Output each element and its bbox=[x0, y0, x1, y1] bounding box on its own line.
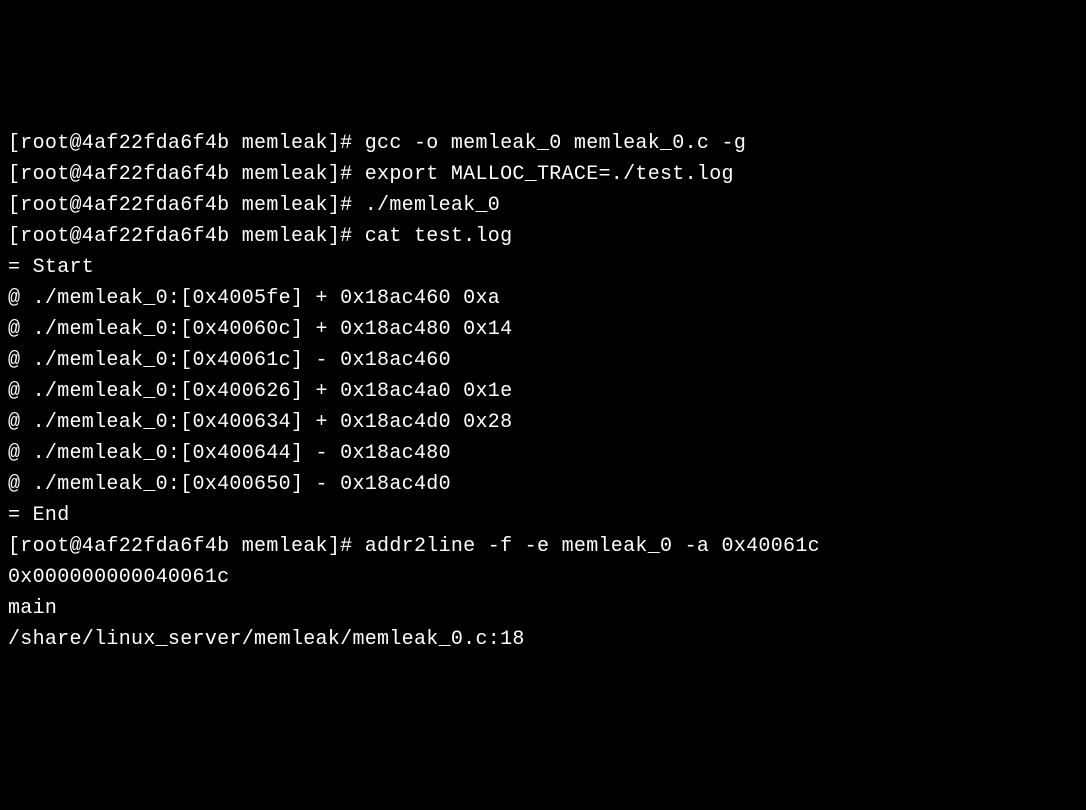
terminal-line: [root@4af22fda6f4b memleak]# ./memleak_0 bbox=[8, 190, 1078, 221]
terminal-line: /share/linux_server/memleak/memleak_0.c:… bbox=[8, 624, 1078, 655]
terminal-line: main bbox=[8, 593, 1078, 624]
terminal-line: @ ./memleak_0:[0x40061c] - 0x18ac460 bbox=[8, 345, 1078, 376]
terminal-line: [root@4af22fda6f4b memleak]# cat test.lo… bbox=[8, 221, 1078, 252]
terminal-line: @ ./memleak_0:[0x400644] - 0x18ac480 bbox=[8, 438, 1078, 469]
terminal-line: @ ./memleak_0:[0x400650] - 0x18ac4d0 bbox=[8, 469, 1078, 500]
terminal-line: [root@4af22fda6f4b memleak]# addr2line -… bbox=[8, 531, 1078, 562]
terminal-line: @ ./memleak_0:[0x4005fe] + 0x18ac460 0xa bbox=[8, 283, 1078, 314]
terminal-line: @ ./memleak_0:[0x400626] + 0x18ac4a0 0x1… bbox=[8, 376, 1078, 407]
terminal-line: [root@4af22fda6f4b memleak]# export MALL… bbox=[8, 159, 1078, 190]
terminal-line: 0x000000000040061c bbox=[8, 562, 1078, 593]
terminal-line: @ ./memleak_0:[0x40060c] + 0x18ac480 0x1… bbox=[8, 314, 1078, 345]
terminal-line: = Start bbox=[8, 252, 1078, 283]
terminal-output[interactable]: [root@4af22fda6f4b memleak]# gcc -o meml… bbox=[8, 128, 1078, 655]
terminal-line: @ ./memleak_0:[0x400634] + 0x18ac4d0 0x2… bbox=[8, 407, 1078, 438]
terminal-line: = End bbox=[8, 500, 1078, 531]
terminal-line: [root@4af22fda6f4b memleak]# gcc -o meml… bbox=[8, 128, 1078, 159]
